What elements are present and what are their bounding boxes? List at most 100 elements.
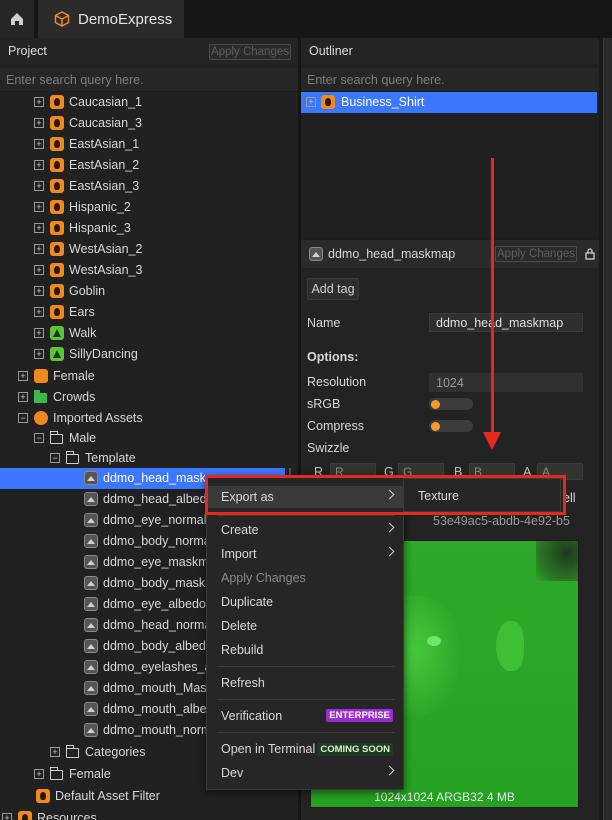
tree-item[interactable]: + Ears (0, 302, 298, 323)
avatar-icon (50, 158, 64, 172)
tree-item-label: ddmo_body_normal (103, 534, 214, 548)
tree-item[interactable]: + Crowds (0, 387, 298, 408)
menu-item-import[interactable]: Import (207, 543, 403, 565)
menu-item-duplicate[interactable]: Duplicate (207, 591, 403, 613)
tree-item[interactable]: + Caucasian_1 (0, 92, 298, 113)
expand-icon[interactable]: + (306, 97, 316, 107)
tree-item[interactable]: + EastAsian_1 (0, 134, 298, 155)
folder-icon (50, 767, 63, 780)
expand-icon[interactable]: + (34, 769, 44, 779)
outliner-item-business-shirt[interactable]: + Business_Shirt (301, 92, 597, 113)
expand-icon[interactable]: + (34, 181, 44, 191)
partial-label: ell (563, 491, 576, 505)
tree-item[interactable]: + EastAsian_2 (0, 155, 298, 176)
animation-icon (50, 347, 64, 361)
outliner-search-input[interactable]: Enter search query here. (301, 68, 599, 92)
name-label: Name (307, 316, 341, 330)
expand-icon[interactable]: + (34, 202, 44, 212)
menu-item-delete[interactable]: Delete (207, 615, 403, 637)
menu-item-open-in-terminal[interactable]: Open in Terminal COMING SOON (207, 738, 403, 760)
expand-icon[interactable]: + (34, 328, 44, 338)
preview-ear (496, 621, 524, 671)
tree-item-label: EastAsian_1 (69, 137, 140, 151)
folder-icon (66, 451, 79, 464)
menu-item-create[interactable]: Create (207, 519, 403, 541)
options-label: Options: (307, 350, 359, 364)
tree-item[interactable]: + Goblin (0, 281, 298, 302)
tree-item[interactable]: + WestAsian_3 (0, 260, 298, 281)
tree-item[interactable]: + Female (0, 366, 298, 387)
menu-item-label: Open in Terminal (221, 742, 316, 756)
project-apply-changes-button[interactable]: Apply Changes (209, 44, 291, 60)
outliner-title: Outliner (309, 44, 353, 58)
expand-icon[interactable]: + (34, 286, 44, 296)
texture-icon (84, 618, 98, 632)
expand-icon[interactable]: + (34, 223, 44, 233)
menu-item-label: Verification (221, 709, 283, 723)
enterprise-badge: ENTERPRISE (326, 709, 393, 722)
tree-item[interactable]: − Male (0, 428, 298, 449)
preview-caption: 1024x1024 ARGB32 4 MB (374, 790, 515, 804)
texture-icon (84, 492, 98, 506)
menu-item-dev[interactable]: Dev (207, 762, 403, 784)
filter-icon (36, 789, 50, 803)
expand-icon[interactable]: + (34, 244, 44, 254)
menu-item-rebuild[interactable]: Rebuild (207, 639, 403, 661)
expand-icon[interactable]: + (34, 97, 44, 107)
tree-item[interactable]: + Hispanic_2 (0, 197, 298, 218)
texture-icon (84, 723, 98, 737)
collapse-icon[interactable]: − (50, 453, 60, 463)
lock-icon[interactable] (585, 248, 595, 260)
inspector-apply-changes-button[interactable]: Apply Changes (495, 246, 577, 262)
add-tag-button[interactable]: Add tag (307, 278, 359, 300)
expand-icon[interactable]: + (50, 747, 60, 757)
expand-icon[interactable]: + (18, 392, 28, 402)
preview-shading (536, 541, 578, 581)
menu-item-refresh[interactable]: Refresh (207, 672, 403, 694)
home-button[interactable] (0, 0, 34, 38)
tree-item[interactable]: + SillyDancing (0, 344, 298, 365)
tree-item[interactable]: + WestAsian_2 (0, 239, 298, 260)
menu-item-export-as[interactable]: Export as (207, 486, 403, 508)
collapse-icon[interactable]: − (34, 433, 44, 443)
expand-icon[interactable]: + (34, 349, 44, 359)
tree-item[interactable]: − Template (0, 448, 298, 469)
tree-item-label: SillyDancing (69, 347, 138, 361)
expand-icon[interactable]: + (18, 371, 28, 381)
tree-item-label: WestAsian_2 (69, 242, 143, 256)
collapse-icon[interactable]: − (18, 413, 28, 423)
expand-icon[interactable]: + (34, 139, 44, 149)
tree-item-label: ddmo_mouth_Mask (103, 681, 213, 695)
resolution-field[interactable]: 1024 (429, 373, 583, 392)
tree-item[interactable]: + Resources (0, 808, 298, 820)
tree-item-label: Male (69, 431, 97, 445)
tree-item[interactable]: + Hispanic_3 (0, 218, 298, 239)
tree-item[interactable]: + Caucasian_3 (0, 113, 298, 134)
tree-item-label: ddmo_mouth_normal (103, 723, 222, 737)
tab-demoexpress[interactable]: DemoExpress (38, 0, 184, 38)
tree-item-label: Ears (69, 305, 95, 319)
menu-item-verification[interactable]: Verification ENTERPRISE (207, 705, 403, 727)
tree-item-label: Categories (85, 745, 146, 759)
texture-icon (84, 702, 98, 716)
submenu-item-texture[interactable]: Texture (404, 485, 560, 507)
tree-item[interactable]: + EastAsian_3 (0, 176, 298, 197)
srgb-toggle[interactable] (429, 398, 473, 410)
compress-toggle[interactable] (429, 420, 473, 432)
swizzle-label: Swizzle (307, 441, 350, 455)
name-field[interactable]: ddmo_head_maskmap (429, 313, 583, 332)
expand-icon[interactable]: + (2, 813, 12, 820)
project-title: Project (8, 44, 47, 58)
tree-item[interactable]: − Imported Assets (0, 408, 298, 429)
expand-icon[interactable]: + (34, 265, 44, 275)
menu-item-label: Create (221, 523, 259, 537)
person-icon (34, 369, 48, 383)
right-edge-scrollbar[interactable] (603, 38, 612, 820)
expand-icon[interactable]: + (34, 307, 44, 317)
chevron-right-icon (384, 489, 395, 500)
tree-item[interactable]: + Walk (0, 323, 298, 344)
inspector-header: ddmo_head_maskmap Apply Changes (301, 240, 599, 268)
expand-icon[interactable]: + (34, 118, 44, 128)
expand-icon[interactable]: + (34, 160, 44, 170)
project-search-input[interactable]: Enter search query here. (0, 68, 298, 92)
